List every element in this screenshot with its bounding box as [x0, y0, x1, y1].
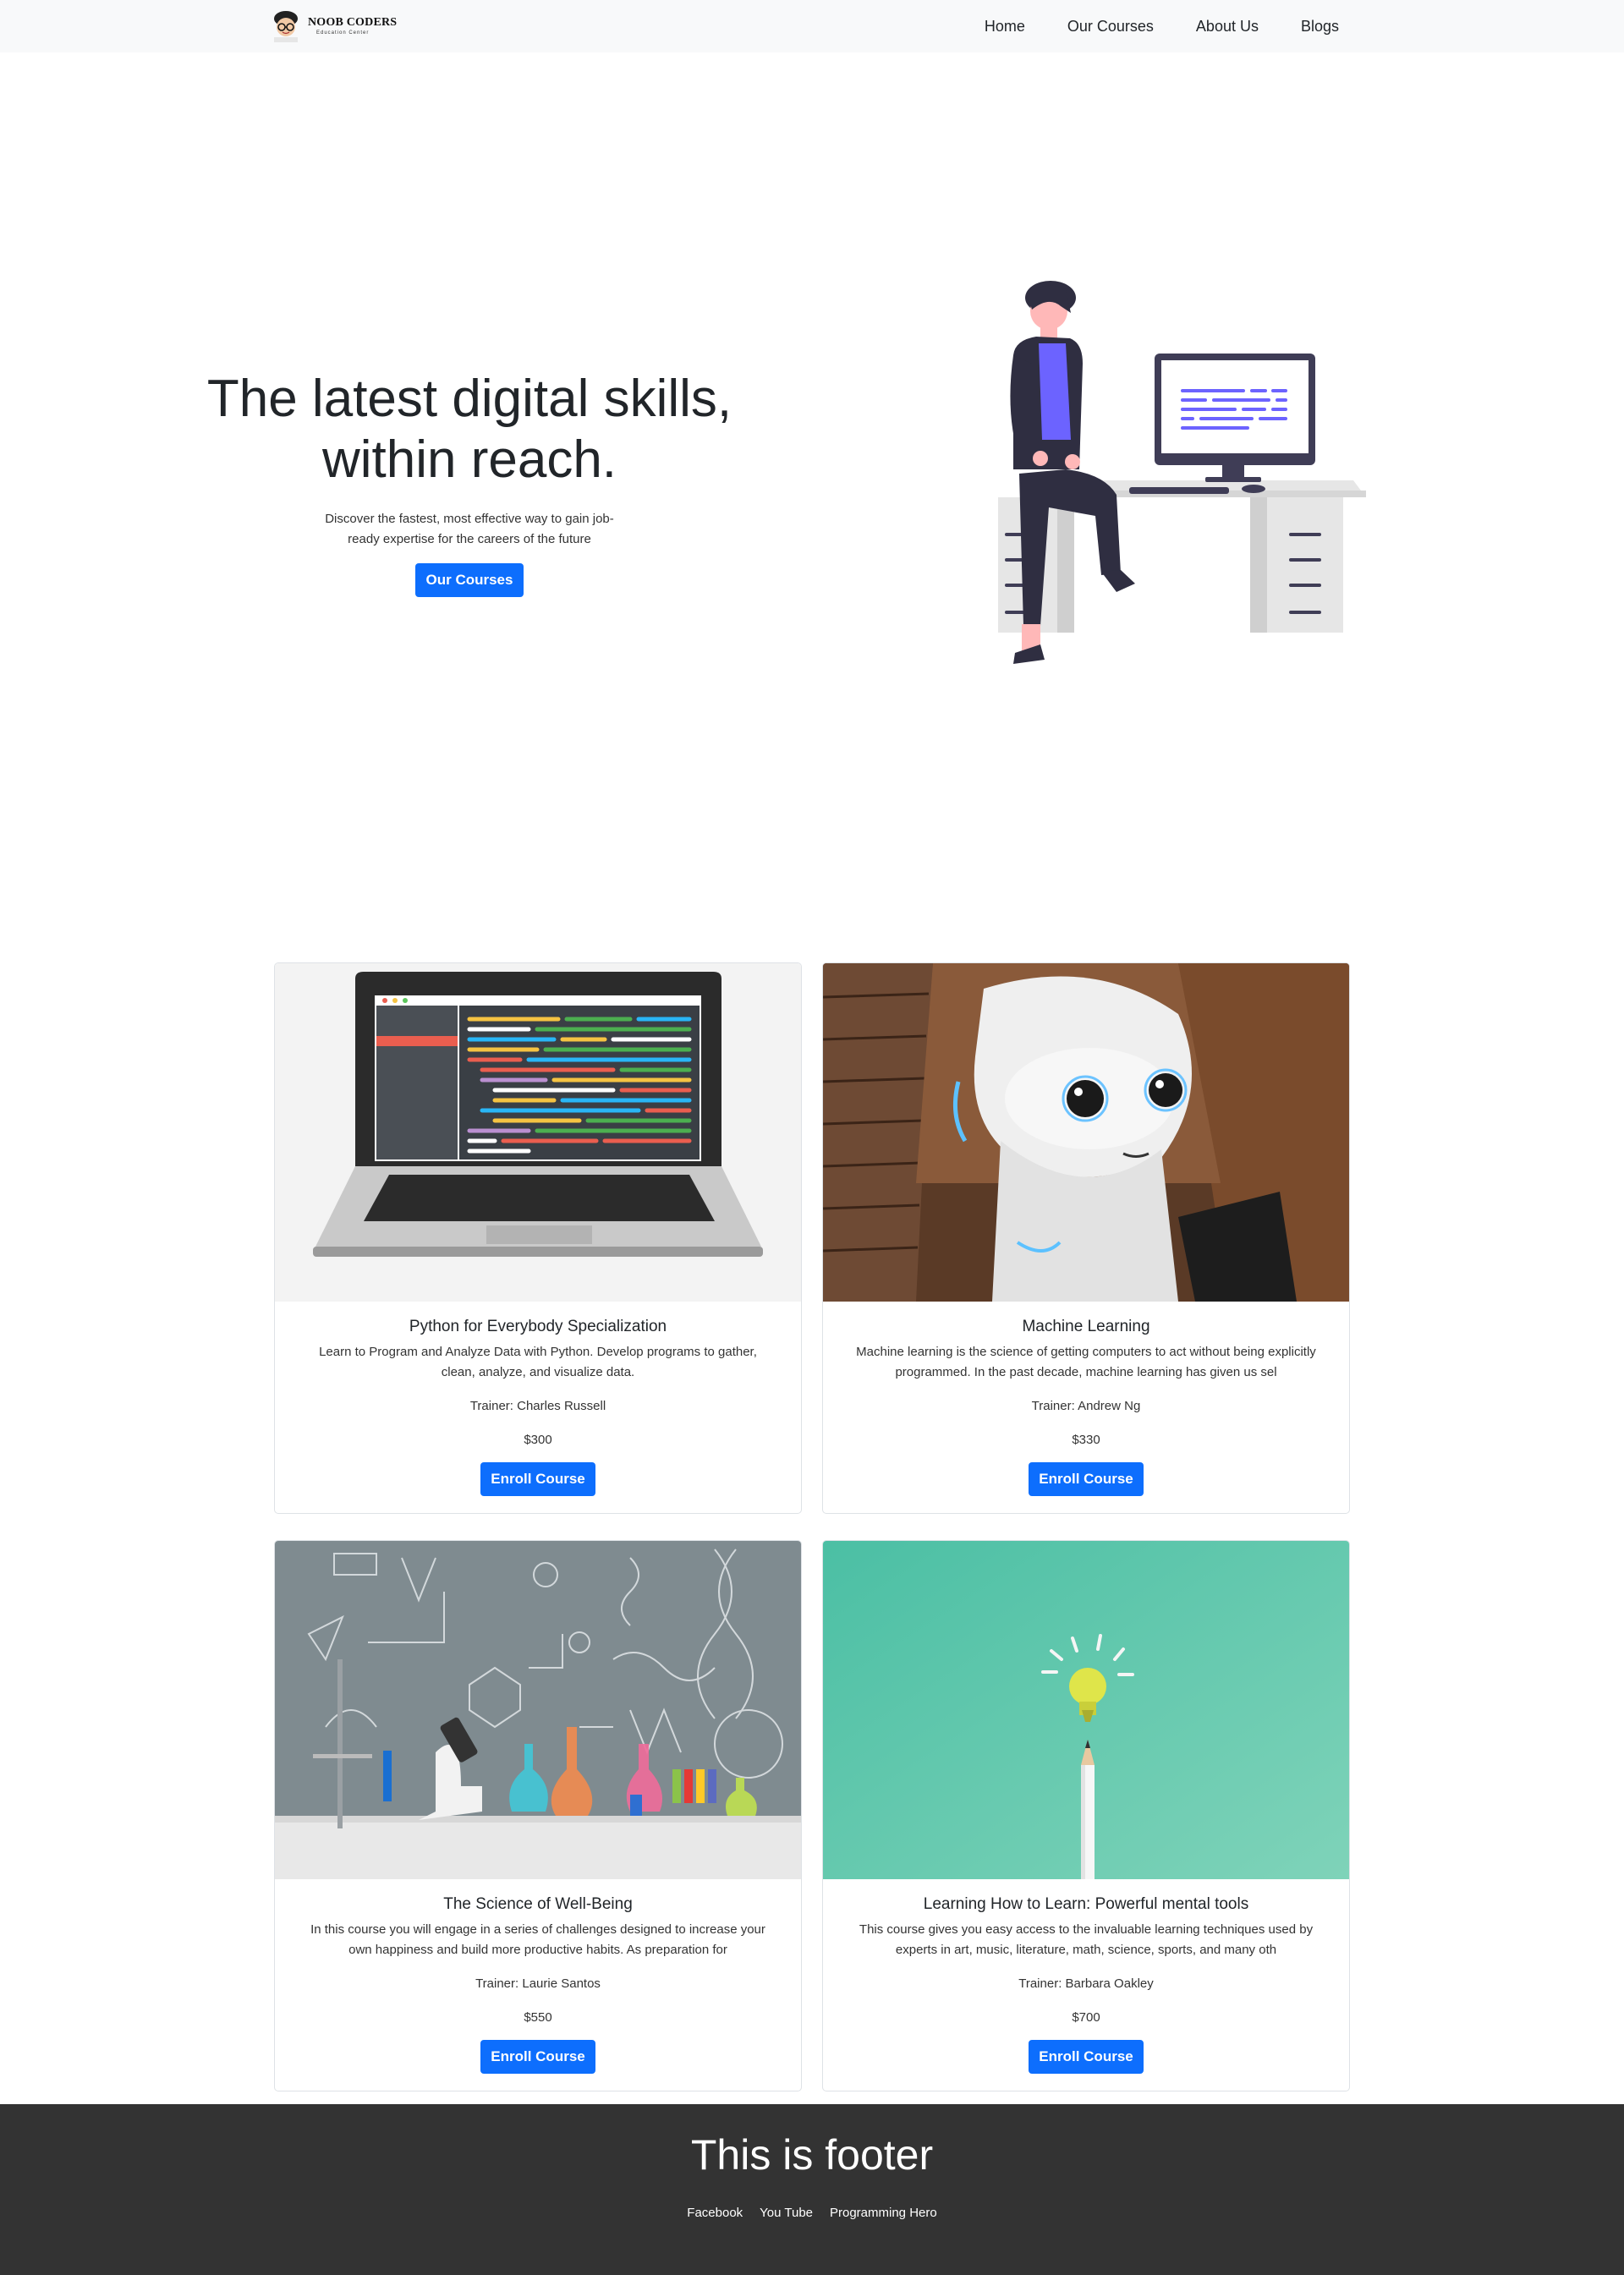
footer: This is footer Facebook You Tube Program… [0, 2104, 1624, 2275]
course-description: This course gives you easy access to the… [859, 1922, 1314, 1957]
brand-subtitle: Education Center [316, 30, 370, 36]
hero-description: Discover the fastest, most effective way… [325, 512, 614, 546]
nav-link-blogs[interactable]: Blogs [1301, 18, 1339, 36]
person-at-desk-illustration [998, 281, 1366, 664]
hero-title-line1: The latest digital skills, [206, 370, 732, 428]
course-card-well-being: The Science of Well-Being In this course… [274, 1540, 802, 2091]
enroll-course-button[interactable]: Enroll Course [480, 1462, 595, 1496]
course-price: $550 [524, 2010, 552, 2025]
footer-title: This is footer [690, 2131, 934, 2179]
laptop-code-image [275, 963, 801, 1302]
brand[interactable]: NOOB CODERS Education Center [269, 8, 397, 44]
course-trainer: Trainer: Andrew Ng [1031, 1399, 1141, 1413]
nerd-face-logo-icon [274, 11, 298, 42]
course-title: Python for Everybody Specialization [409, 1318, 667, 1335]
nav-links: Home Our Courses About Us Blogs [985, 0, 1339, 52]
brand-name: NOOB CODERS [308, 16, 398, 29]
course-title: Machine Learning [1022, 1318, 1150, 1335]
hero-section: The latest digital skills, within reach.… [169, 369, 770, 597]
course-description: In this course you will engage in a seri… [310, 1922, 765, 1957]
course-price: $700 [1072, 2010, 1100, 2025]
course-trainer: Trainer: Laurie Santos [475, 1976, 601, 1991]
footer-link-facebook[interactable]: Facebook [687, 2206, 743, 2220]
course-trainer: Trainer: Barbara Oakley [1018, 1976, 1154, 1991]
course-price: $330 [1072, 1433, 1100, 1447]
course-trainer: Trainer: Charles Russell [469, 1399, 606, 1413]
footer-link-programming-hero[interactable]: Programming Hero [830, 2206, 937, 2220]
hero-title-line2: within reach. [321, 430, 617, 489]
course-card-learning-how-to-learn: Learning How to Learn: Powerful mental t… [822, 1540, 1350, 2091]
navbar: NOOB CODERS Education Center Home Our Co… [0, 0, 1624, 52]
footer-link-youtube[interactable]: You Tube [760, 2206, 813, 2220]
course-card-machine-learning: Machine Learning Machine learning is the… [822, 962, 1350, 1514]
enroll-course-button[interactable]: Enroll Course [1029, 2040, 1144, 2074]
enroll-course-button[interactable]: Enroll Course [480, 2040, 595, 2074]
course-card-python: Python for Everybody Specialization Lear… [274, 962, 802, 1514]
course-title: The Science of Well-Being [443, 1895, 633, 1913]
course-title: Learning How to Learn: Powerful mental t… [923, 1895, 1249, 1913]
course-description: Learn to Program and Analyze Data with P… [319, 1345, 757, 1379]
footer-links: Facebook You Tube Programming Hero [0, 2206, 1624, 2220]
science-lab-image [275, 1541, 801, 1879]
hero-title: The latest digital skills, within reach. [169, 369, 770, 491]
enroll-course-button[interactable]: Enroll Course [1029, 1462, 1144, 1496]
nav-link-our-courses[interactable]: Our Courses [1067, 18, 1154, 36]
nav-link-about-us[interactable]: About Us [1196, 18, 1259, 36]
course-description: Machine learning is the science of getti… [856, 1345, 1316, 1379]
nav-link-home[interactable]: Home [985, 18, 1025, 36]
our-courses-button[interactable]: Our Courses [414, 563, 524, 597]
course-price: $300 [524, 1433, 552, 1447]
robot-image [823, 963, 1349, 1302]
lightbulb-pencil-image [823, 1541, 1349, 1879]
